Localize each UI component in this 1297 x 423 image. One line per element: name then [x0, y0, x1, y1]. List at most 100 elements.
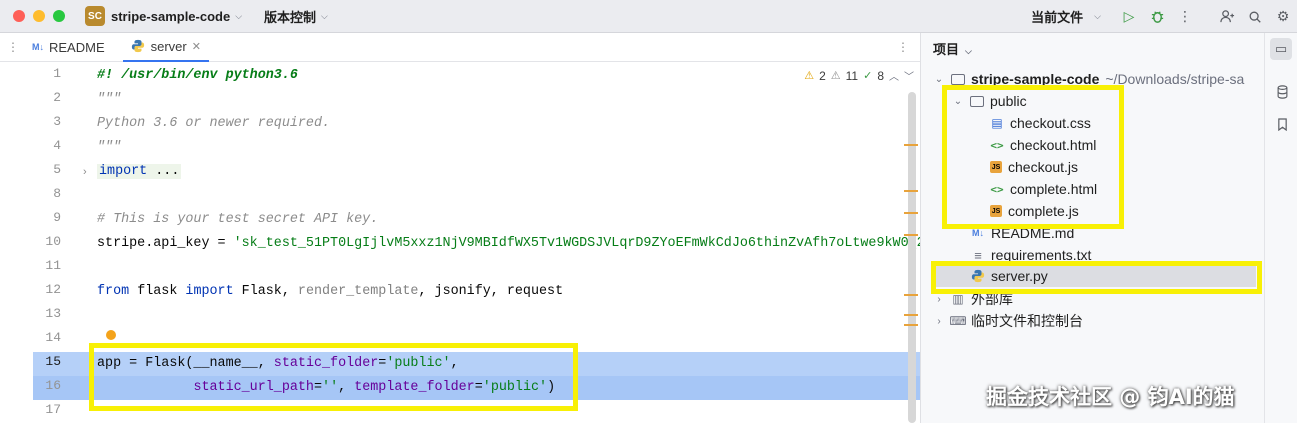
check-icon: ✓ [863, 70, 873, 82]
fold-expand-icon[interactable]: › [83, 166, 87, 178]
warning-stripe-mark[interactable] [904, 212, 918, 214]
annotation-box-server [931, 261, 1262, 294]
folded-imports[interactable]: import ... [97, 164, 182, 179]
editor-more-icon[interactable]: ⋮ [892, 40, 914, 54]
run-config-selector[interactable]: 当前文件 [1031, 7, 1083, 26]
database-icon[interactable] [1273, 83, 1291, 101]
shebang-comment: #! /usr/bin/env python3.6 [97, 68, 298, 83]
docstring: """ [97, 92, 122, 107]
line-number-gutter: 1 2 3 4 5 8 9 10 11 12 13 14 15 16 17 › [33, 62, 93, 423]
weak-warning-count: 11 [845, 68, 859, 83]
tab-label: README [49, 39, 105, 55]
python-icon [131, 39, 144, 53]
line-number: 11 [45, 258, 61, 273]
line-number: 12 [45, 282, 61, 297]
search-icon[interactable] [1241, 3, 1269, 31]
title-bar: SC stripe-sample-code ⌵ 版本控制 ⌵ 当前文件 ⌵ ▷ … [0, 0, 1297, 33]
library-icon: ▥ [952, 292, 964, 306]
line-number: 17 [45, 402, 61, 417]
line-number: 14 [45, 330, 61, 345]
code-line: """ [97, 88, 121, 112]
folder-tool-icon[interactable]: ▭ [1270, 38, 1292, 60]
watermark-text: 掘金技术社区 @ 钧AI的猫 [986, 385, 1235, 409]
warning-stripe-mark[interactable] [904, 144, 918, 146]
close-window-button[interactable] [13, 10, 25, 22]
markdown-icon: M↓ [32, 42, 44, 52]
line-number: 3 [53, 114, 61, 129]
code-line: stripe.api_key = 'sk_test_51PT0LgIjlvM5x… [97, 232, 920, 256]
comment: # This is your test secret API key. [97, 212, 379, 227]
chevron-right-icon[interactable]: › [933, 316, 945, 327]
tree-item-path: ~/Downloads/stripe-sa [1105, 71, 1245, 87]
minimize-window-button[interactable] [33, 10, 45, 22]
tab-readme[interactable]: M↓ README [24, 33, 113, 62]
warning-stripe-mark[interactable] [904, 190, 918, 192]
code-line: #! /usr/bin/env python3.6 [97, 64, 298, 88]
warning-stripe-mark[interactable] [904, 234, 918, 236]
line-number: 16 [45, 378, 61, 393]
warning-stripe-mark[interactable] [904, 324, 918, 326]
keyword: import [185, 284, 234, 299]
warning-count: 2 [819, 68, 826, 83]
chevron-down-icon: ⌵ [235, 10, 243, 21]
line-number: 2 [53, 90, 61, 105]
project-badge-icon[interactable]: SC [85, 6, 105, 26]
line-number: 13 [45, 306, 61, 321]
warning-stripe-mark[interactable] [904, 314, 918, 316]
settings-gear-icon[interactable]: ⚙ [1269, 3, 1297, 31]
docstring: """ [97, 140, 122, 155]
text-file-icon: ≡ [974, 247, 982, 263]
keyword: from [97, 284, 130, 299]
more-vertical-icon[interactable]: ⋮ [1171, 3, 1199, 31]
tree-item-label: 临时文件和控制台 [971, 313, 1083, 329]
chevron-down-icon: ⌵ [1094, 11, 1101, 21]
chevron-down-icon: ⌵ [321, 10, 328, 21]
line-number: 8 [53, 186, 61, 201]
code-text: , jsonify, request [418, 284, 564, 299]
project-header-label: 项目 [933, 42, 960, 57]
chevron-down-icon[interactable]: ⌄ [933, 74, 945, 85]
inspection-widget[interactable]: ⚠ 2 ⚠ 11 ✓ 8 ︿ ﹀ [804, 68, 914, 83]
unused-import: render_template [297, 284, 419, 299]
line-number: 15 [45, 354, 61, 369]
right-tool-strip: ▭ [1264, 33, 1297, 423]
project-view-selector[interactable]: 项目 ⌵ [933, 39, 972, 58]
chevron-down-icon: ⌵ [965, 46, 972, 56]
typo-count: 8 [877, 68, 884, 83]
chevron-right-icon[interactable]: › [933, 294, 945, 305]
close-tab-icon[interactable]: ✕ [192, 40, 201, 53]
keyword: import [99, 164, 148, 179]
code-text: stripe.api_key = [97, 236, 234, 251]
tab-server[interactable]: server ✕ [122, 33, 209, 62]
weak-warning-icon: ⚠ [830, 70, 841, 82]
bookmark-icon[interactable] [1273, 115, 1291, 133]
window-controls [13, 10, 65, 22]
run-icon[interactable]: ▷ [1115, 3, 1143, 31]
vcs-menu[interactable]: 版本控制 [264, 7, 316, 26]
docstring: Python 3.6 or newer required. [97, 116, 331, 131]
annotation-box-code [89, 343, 578, 411]
line-number: 9 [53, 210, 61, 225]
scratch-console-icon: ⌨ [949, 314, 967, 328]
code-text: Flask, [233, 284, 298, 299]
editor-tab-bar: ⋮ M↓ README server ✕ ⋮ [0, 33, 920, 62]
debug-icon[interactable] [1143, 3, 1171, 31]
tab-list-menu-icon[interactable]: ⋮ [2, 40, 24, 54]
line-number: 5 [53, 162, 61, 177]
tree-item-scratches[interactable]: › ⌨ 临时文件和控制台 [933, 310, 1083, 332]
string-literal: 'sk_test_51PT0LgIjlvM5xxz1NjV9MBIdfWX5Tv… [233, 236, 920, 251]
code-line: """ [97, 136, 121, 160]
tab-label: server [150, 38, 187, 54]
warning-stripe-mark[interactable] [904, 294, 918, 296]
line-number: 10 [45, 234, 61, 249]
editor-scrollbar[interactable] [908, 92, 916, 423]
chevron-down-icon[interactable]: ﹀ [904, 68, 914, 83]
line-number: 4 [53, 138, 61, 153]
project-name-menu[interactable]: stripe-sample-code [111, 9, 230, 24]
add-user-icon[interactable] [1213, 3, 1241, 31]
chevron-up-icon[interactable]: ︿ [889, 68, 899, 83]
code-line: # This is your test secret API key. [97, 208, 378, 232]
zoom-window-button[interactable] [53, 10, 65, 22]
code-line: import ... [97, 160, 182, 184]
code-text: flask [129, 284, 186, 299]
